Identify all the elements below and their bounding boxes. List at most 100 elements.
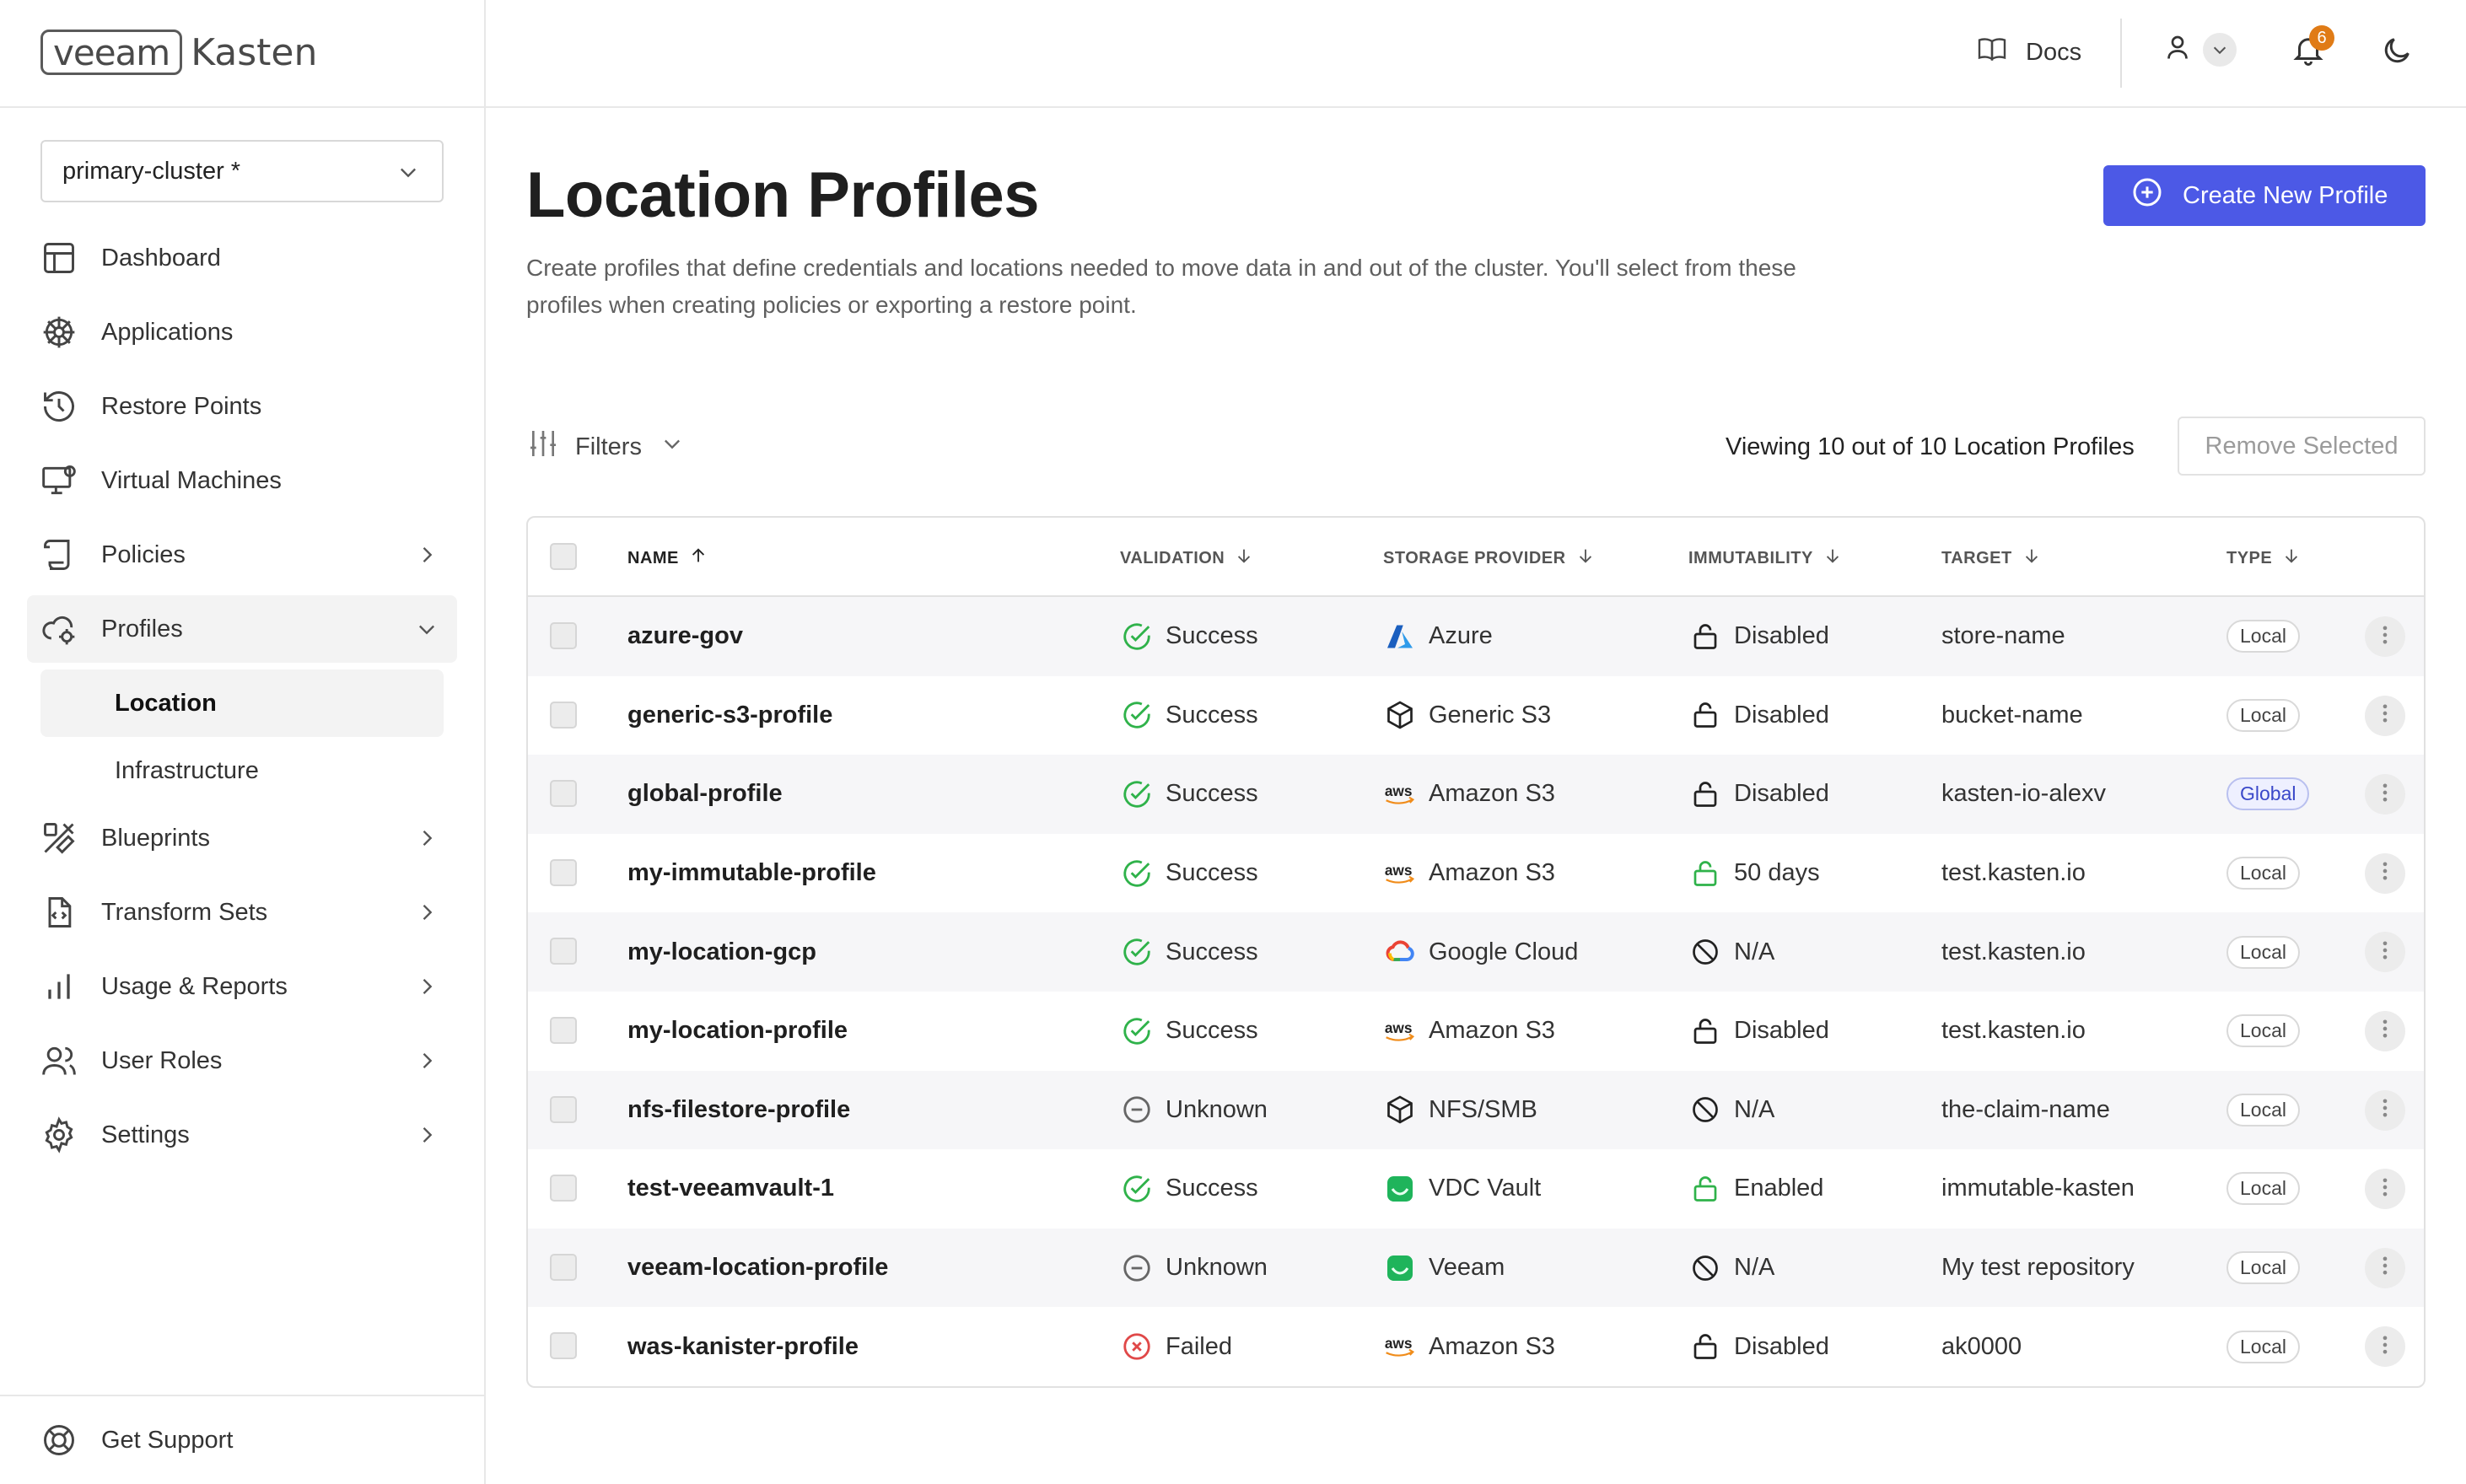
row-checkbox[interactable] [550,622,577,649]
ban-icon [1688,1251,1722,1285]
profile-name[interactable]: my-immutable-profile [627,834,876,913]
validation-status: Success [1166,1017,1258,1045]
table-row[interactable]: veeam-location-profile Unknown Veeam N/A My … [528,1228,2424,1308]
target-cell: kasten-io-alexv [1941,780,2107,808]
row-checkbox[interactable] [550,858,577,886]
kebab-icon [2373,702,2397,729]
row-actions-button[interactable] [2365,1169,2405,1210]
sidebar-item-usage-reports[interactable]: Usage & Reports [27,953,457,1020]
column-header-immutability[interactable]: IMMUTABILITY [1688,546,1842,570]
table-row[interactable]: was-kanister-profile Failed aws Amazon S3 Di… [528,1307,2424,1386]
sidebar-subitem-location[interactable]: Location [40,669,444,737]
sidebar-nav: Dashboard Applications Restore Points Vi… [27,224,457,1175]
row-checkbox[interactable] [550,938,577,965]
row-checkbox[interactable] [550,1095,577,1123]
divider [2120,19,2122,88]
provider-cell: Google Cloud [1383,912,1578,992]
profile-name[interactable]: veeam-location-profile [627,1229,888,1308]
gear-icon [39,1115,79,1155]
sidebar-item-label: Settings [101,1121,190,1148]
logo-box: veeam [40,30,183,75]
row-actions-button[interactable] [2365,1010,2405,1051]
row-actions-button[interactable] [2365,1326,2405,1368]
profile-name[interactable]: generic-s3-profile [627,676,832,755]
users-icon [39,1040,79,1081]
docs-link[interactable]: Docs [1977,34,2081,71]
row-checkbox[interactable] [550,1016,577,1044]
row-actions-button[interactable] [2365,695,2405,736]
row-checkbox[interactable] [550,780,577,808]
profile-name[interactable]: nfs-filestore-profile [627,1071,850,1150]
divider [0,1395,486,1396]
row-actions-button[interactable] [2365,1247,2405,1288]
svg-text:aws: aws [1385,861,1413,878]
table-row[interactable]: nfs-filestore-profile Unknown NFS/SMB N/A th… [528,1070,2424,1150]
column-header-type[interactable]: TYPE [2226,546,2301,570]
profile-name[interactable]: global-profile [627,755,783,834]
column-header-storage-provider[interactable]: STORAGE PROVIDER [1383,546,1595,570]
notifications-button[interactable]: 6 [2291,25,2334,73]
brand-logo[interactable]: veeam Kasten [40,29,317,76]
remove-selected-button[interactable]: Remove Selected [2178,417,2426,476]
theme-toggle[interactable] [2380,34,2414,72]
sidebar-subitem-infrastructure[interactable]: Infrastructure [40,737,444,804]
result-count: Viewing 10 out of 10 Location Profiles [1726,433,2135,460]
column-header-name[interactable]: NAME [627,546,708,570]
row-actions-button[interactable] [2365,1089,2405,1131]
table-row[interactable]: my-location-gcp Success Google Cloud N/A tes… [528,912,2424,992]
chevron-right-icon [415,975,439,1005]
sidebar-item-blueprints[interactable]: Blueprints [27,804,457,872]
table-row[interactable]: my-location-profile Success aws Amazon S3 Di… [528,992,2424,1071]
sidebar-item-restore-points[interactable]: Restore Points [27,373,457,440]
table-row[interactable]: my-immutable-profile Success aws Amazon S3 5… [528,834,2424,913]
row-actions-button[interactable] [2365,932,2405,973]
table-row[interactable]: test-veeamvault-1 Success VDC Vault Enabled… [528,1149,2424,1229]
kebab-icon [2373,859,2397,887]
sidebar-item-transform-sets[interactable]: Transform Sets [27,879,457,946]
get-support-link[interactable]: Get Support [39,1417,233,1464]
sidebar-item-user-roles[interactable]: User Roles [27,1027,457,1094]
row-checkbox[interactable] [550,1253,577,1281]
book-icon [1977,34,2026,71]
validation-status: Success [1166,701,1258,729]
provider-cell: aws Amazon S3 [1383,755,1555,834]
notification-badge: 6 [2309,25,2334,51]
profile-name[interactable]: test-veeamvault-1 [627,1149,834,1229]
profile-name[interactable]: was-kanister-profile [627,1307,859,1386]
row-checkbox[interactable] [550,1175,577,1202]
kebab-icon [2373,1333,2397,1361]
row-actions-button[interactable] [2365,616,2405,657]
check-circle-icon [1120,1014,1154,1048]
column-header-target[interactable]: TARGET [1941,546,2041,570]
profile-name[interactable]: azure-gov [627,597,743,676]
sidebar-item-policies[interactable]: Policies [27,521,457,589]
select-all-checkbox[interactable] [550,543,577,570]
row-checkbox[interactable] [550,701,577,729]
minus-circle-icon [1120,1251,1154,1285]
plus-circle-icon [2130,175,2183,216]
row-checkbox[interactable] [550,1332,577,1360]
sidebar-item-virtual-machines[interactable]: Virtual Machines [27,447,457,514]
table-row[interactable]: global-profile Success aws Amazon S3 Disable… [528,755,2424,834]
create-new-profile-button[interactable]: Create New Profile [2103,165,2426,226]
arrow-down-icon [2272,546,2301,570]
sidebar-item-applications[interactable]: Applications [27,298,457,366]
cluster-select[interactable]: primary-cluster * [40,140,444,202]
sidebar-item-settings[interactable]: Settings [27,1101,457,1169]
sidebar-item-label: Applications [101,318,234,346]
sidebar-item-profiles[interactable]: Profiles [27,595,457,663]
storage-provider: Google Cloud [1429,938,1579,965]
table-row[interactable]: azure-gov Success Azure Disabled store-name L… [528,597,2424,676]
filters-toggle[interactable]: Filters [526,427,684,467]
table-row[interactable]: generic-s3-profile Success Generic S3 Disab… [528,676,2424,755]
profile-name[interactable]: my-location-profile [627,992,848,1071]
kebab-icon [2373,1254,2397,1282]
sidebar-item-dashboard[interactable]: Dashboard [27,224,457,292]
row-actions-button[interactable] [2365,852,2405,894]
profile-name[interactable]: my-location-gcp [627,912,816,992]
aws-icon: aws [1383,1014,1417,1048]
column-header-validation[interactable]: VALIDATION [1120,546,1253,570]
row-actions-button[interactable] [2365,774,2405,815]
validation-status: Failed [1166,1332,1232,1360]
user-menu[interactable] [2162,32,2237,67]
